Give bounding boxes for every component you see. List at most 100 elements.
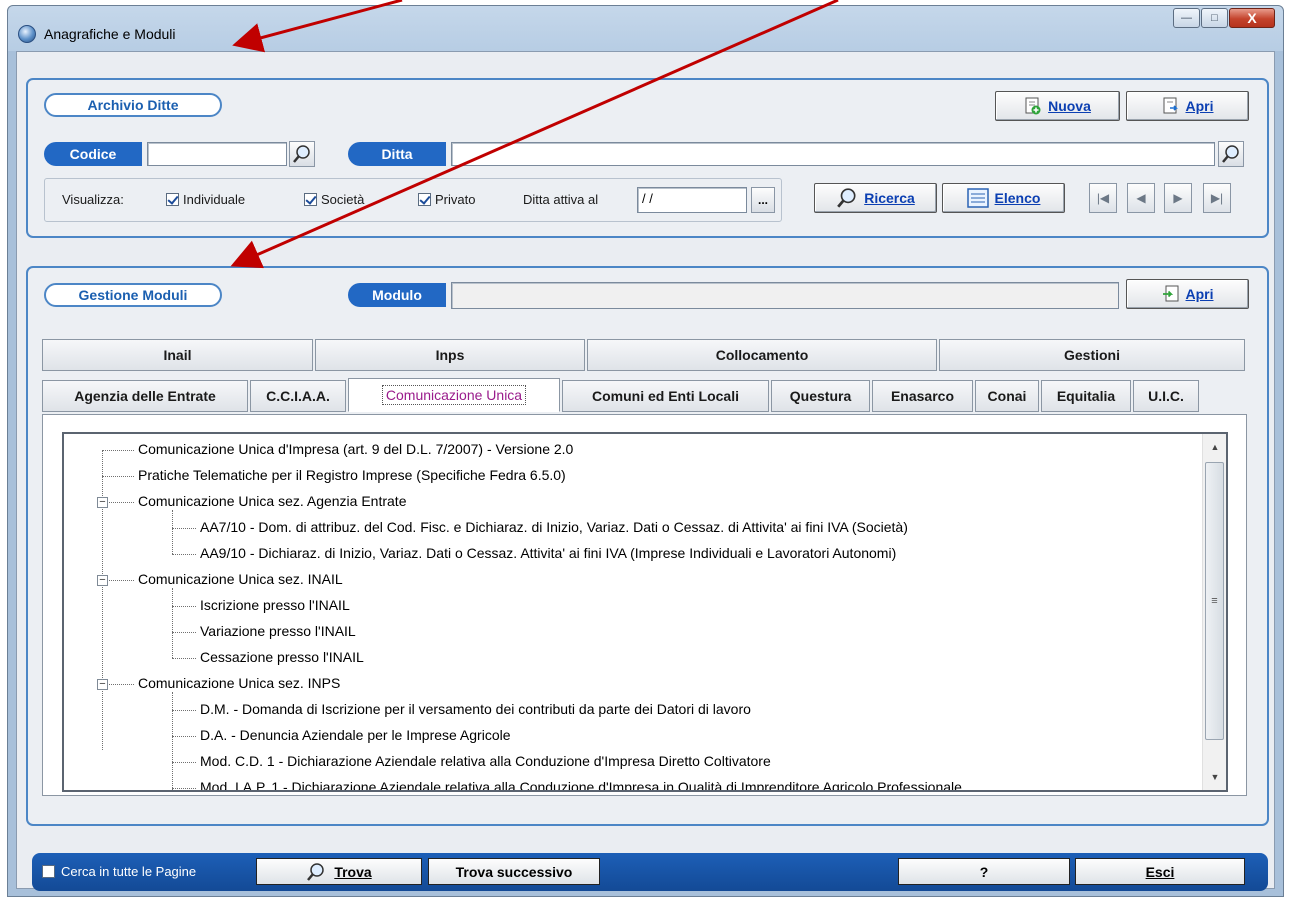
close-button[interactable]: X (1229, 8, 1275, 28)
individuale-checkbox[interactable] (166, 193, 179, 206)
magnifier-icon (1222, 145, 1239, 163)
minimize-button[interactable]: — (1173, 8, 1200, 28)
prev-record-button[interactable]: ◀ (1127, 183, 1155, 213)
tree-scrollbar[interactable]: ▲ ≡ ▼ (1202, 434, 1226, 790)
ricerca-label: Ricerca (864, 190, 915, 206)
codice-input[interactable] (147, 142, 287, 166)
next-record-button[interactable]: ▶ (1164, 183, 1192, 213)
elenco-button[interactable]: Elenco (942, 183, 1065, 213)
tree-item[interactable]: Mod. I.A.P. 1 - Dichiarazione Aziendale … (200, 779, 962, 790)
date-picker-button[interactable]: ... (751, 187, 775, 213)
minimize-icon: — (1181, 12, 1192, 24)
ditta-attiva-label: Ditta attiva al (523, 192, 599, 207)
societa-checkbox[interactable] (304, 193, 317, 206)
tree-item[interactable]: Cessazione presso l'INAIL (200, 649, 364, 665)
new-document-icon (1025, 97, 1041, 115)
privato-checkbox[interactable] (418, 193, 431, 206)
tree-item[interactable]: Mod. C.D. 1 - Dichiarazione Aziendale re… (200, 753, 771, 769)
trova-successivo-button[interactable]: Trova successivo (428, 858, 600, 885)
filter-societa[interactable]: Società (304, 192, 364, 207)
scroll-up-icon[interactable]: ▲ (1203, 438, 1226, 456)
tree-item[interactable]: D.M. - Domanda di Iscrizione per il vers… (200, 701, 751, 717)
tab-comunicazione-label: Comunicazione Unica (381, 385, 527, 405)
tree-item[interactable]: AA7/10 - Dom. di attribuz. del Cod. Fisc… (200, 519, 908, 535)
ditta-input[interactable] (451, 142, 1215, 166)
gestione-moduli-label: Gestione Moduli (44, 283, 222, 307)
ricerca-button[interactable]: Ricerca (814, 183, 937, 213)
tab-inail-label: Inail (163, 347, 192, 363)
tab-gestioni[interactable]: Gestioni (939, 339, 1245, 371)
window-title: Anagrafiche e Moduli (44, 26, 176, 42)
cerca-tutte-pagine[interactable]: Cerca in tutte le Pagine (42, 864, 196, 879)
collapse-icon[interactable]: − (97, 679, 108, 690)
help-button[interactable]: ? (898, 858, 1070, 885)
prev-icon: ◀ (1136, 191, 1146, 205)
trova-label: Trova (334, 863, 372, 880)
maximize-button[interactable]: □ (1201, 8, 1228, 28)
elenco-label: Elenco (994, 190, 1041, 206)
open-document-icon (1163, 97, 1178, 114)
scroll-down-icon[interactable]: ▼ (1203, 768, 1226, 786)
trova-button[interactable]: Trova (256, 858, 422, 885)
tree-folder[interactable]: Comunicazione Unica sez. Agenzia Entrate (138, 493, 406, 509)
codice-label: Codice (44, 142, 142, 166)
tree-item[interactable]: Comunicazione Unica d'Impresa (art. 9 de… (138, 441, 573, 457)
tab-gestioni-label: Gestioni (1063, 347, 1120, 363)
tab-inail[interactable]: Inail (42, 339, 313, 371)
cerca-checkbox[interactable] (42, 865, 55, 878)
codice-search-button[interactable] (289, 141, 315, 167)
last-record-button[interactable]: ▶| (1203, 183, 1231, 213)
modulo-input[interactable] (451, 282, 1119, 309)
tab-collocamento[interactable]: Collocamento (587, 339, 937, 371)
tab-agenzia-entrate[interactable]: Agenzia delle Entrate (42, 380, 248, 412)
tree-folder[interactable]: Comunicazione Unica sez. INPS (138, 675, 340, 691)
tab-conai[interactable]: Conai (975, 380, 1039, 412)
tree-item[interactable]: D.A. - Denuncia Aziendale per le Imprese… (200, 727, 511, 743)
apri-ditta-button[interactable]: Apri (1126, 91, 1249, 121)
trova-successivo-label: Trova successivo (455, 863, 573, 880)
tree-item[interactable]: Variazione presso l'INAIL (200, 623, 356, 639)
moduli-tree[interactable]: Comunicazione Unica d'Impresa (art. 9 de… (62, 432, 1228, 792)
apri-modulo-label: Apri (1185, 286, 1214, 302)
tab-comuni-enti[interactable]: Comuni ed Enti Locali (562, 380, 769, 412)
tree-item[interactable]: AA9/10 - Dichiaraz. di Inizio, Variaz. D… (200, 545, 896, 561)
nuova-button[interactable]: Nuova (995, 91, 1120, 121)
tab-uic[interactable]: U.I.C. (1133, 380, 1199, 412)
archivio-ditte-label: Archivio Ditte (44, 93, 222, 117)
tab-enasarco[interactable]: Enasarco (872, 380, 973, 412)
tab-questura[interactable]: Questura (771, 380, 870, 412)
filter-privato[interactable]: Privato (418, 192, 475, 207)
visualizza-label: Visualizza: (62, 192, 124, 207)
tab-comunicazione-unica[interactable]: Comunicazione Unica (348, 378, 560, 412)
filter-individuale[interactable]: Individuale (166, 192, 245, 207)
title-bar[interactable]: Anagrafiche e Moduli — □ X (8, 6, 1283, 51)
scroll-thumb[interactable]: ≡ (1205, 462, 1224, 740)
collapse-icon[interactable]: − (97, 497, 108, 508)
tab-agenzia-label: Agenzia delle Entrate (74, 388, 216, 404)
last-icon: ▶| (1210, 191, 1224, 205)
societa-label: Società (321, 192, 365, 207)
collapse-icon[interactable]: − (97, 575, 108, 586)
close-icon: X (1247, 10, 1257, 26)
ditta-search-button[interactable] (1218, 141, 1244, 167)
help-label: ? (979, 863, 989, 880)
tree-item[interactable]: Iscrizione presso l'INAIL (200, 597, 350, 613)
ditta-attiva-date-input[interactable]: / / (637, 187, 747, 213)
privato-label: Privato (435, 192, 476, 207)
maximize-icon: □ (1211, 12, 1218, 24)
tab-inps[interactable]: Inps (315, 339, 585, 371)
tree-item[interactable]: Pratiche Telematiche per il Registro Imp… (138, 467, 566, 483)
tree-folder[interactable]: Comunicazione Unica sez. INAIL (138, 571, 343, 587)
grip-icon: ≡ (1211, 595, 1218, 607)
tab-equitalia[interactable]: Equitalia (1041, 380, 1131, 412)
tab-conai-label: Conai (987, 388, 1027, 404)
apri-modulo-button[interactable]: Apri (1126, 279, 1249, 309)
individuale-label: Individuale (183, 192, 246, 207)
cerca-label: Cerca in tutte le Pagine (61, 864, 197, 879)
tab-cciaa[interactable]: C.C.I.A.A. (250, 380, 346, 412)
first-record-button[interactable]: |◀ (1089, 183, 1117, 213)
tab-row-top: Inail Inps Collocamento Gestioni (42, 339, 1247, 371)
tab-inps-label: Inps (435, 347, 465, 363)
esci-button[interactable]: Esci (1075, 858, 1245, 885)
tab-equitalia-label: Equitalia (1056, 388, 1116, 404)
